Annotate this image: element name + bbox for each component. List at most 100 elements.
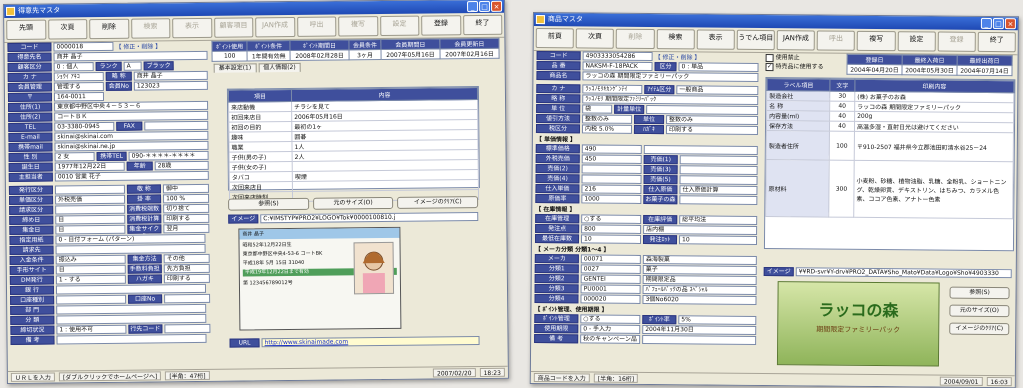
billing-row-value-2[interactable]: 御中 bbox=[162, 183, 209, 194]
tax-select[interactable]: 内税 5.0% bbox=[581, 124, 633, 134]
item-type-select[interactable]: 一般商品 bbox=[676, 85, 759, 95]
table-row[interactable]: 原材料 300 小麦粉、砂糖、植物油脂、乳糖、全粉乳、ショートニング、乾燥卵黄、デキ… bbox=[765, 159, 1014, 219]
toolbar-button-10[interactable]: 登録 bbox=[937, 31, 976, 52]
billing-row-value-2[interactable] bbox=[164, 323, 211, 334]
price-value[interactable] bbox=[581, 164, 642, 174]
rank-field[interactable]: A bbox=[123, 61, 142, 71]
billing-row-value[interactable] bbox=[55, 283, 207, 295]
addr2-field[interactable]: コートＢＫ bbox=[54, 110, 209, 122]
unit-field[interactable]: 袋 bbox=[582, 104, 613, 114]
billing-row-value-2[interactable]: 翌月 bbox=[163, 223, 210, 234]
billing-row-value[interactable] bbox=[55, 204, 126, 215]
maker-value[interactable]: PU0001 bbox=[580, 284, 641, 294]
point-value[interactable]: 0 - 手入力 bbox=[580, 324, 641, 334]
billing-row-value-2[interactable]: 印刷する bbox=[163, 273, 210, 284]
price-value[interactable]: 216 bbox=[581, 184, 642, 194]
price-value-2[interactable] bbox=[679, 195, 758, 205]
price-value-2[interactable] bbox=[643, 144, 758, 155]
price-value-2[interactable] bbox=[679, 155, 758, 165]
billing-row-value-2[interactable]: 印刷する bbox=[163, 213, 210, 224]
toolbar-button-9[interactable]: 設定 bbox=[379, 15, 420, 37]
image-path-field[interactable]: ¥¥RD-svr¥Y-drv¥PRO2_DATA¥Sho_Mato¥Data¥L… bbox=[795, 267, 1012, 279]
maker-value-2[interactable]: ﾊﾟﾌｪｰﾙﾊﾟｯｸの品 ｽﾍﾟｼｬﾙ bbox=[642, 284, 757, 295]
toolbar-button-5[interactable]: 顧客項目 bbox=[213, 17, 254, 38]
billing-row-value-2[interactable]: その他 bbox=[163, 253, 210, 264]
class-select[interactable]: 0 : 個人 bbox=[53, 62, 94, 72]
point-value-2[interactable] bbox=[642, 334, 757, 345]
billing-row-value[interactable] bbox=[54, 184, 125, 195]
billing-row-value[interactable]: 日 bbox=[55, 264, 126, 275]
product-name-field[interactable]: ラッコの森 期間限定ファミリーパック bbox=[582, 71, 759, 82]
toolbar-button-0[interactable]: 前頁 bbox=[535, 28, 575, 49]
toolbar-button-11[interactable]: 終了 bbox=[977, 31, 1016, 53]
minimize-icon[interactable]: _ bbox=[466, 1, 479, 13]
tel-field[interactable]: 03-3380-0945 bbox=[54, 121, 115, 132]
maker-value[interactable]: 0027 bbox=[580, 264, 641, 274]
billing-row-value[interactable] bbox=[56, 313, 207, 325]
maximize-icon[interactable]: □ bbox=[992, 18, 1004, 30]
kana-field[interactable]: ｼｮｳｲ ｱｷｺ bbox=[53, 71, 104, 82]
toolbar-button-5[interactable]: うでん項目 bbox=[736, 29, 775, 51]
toolbar-button-4[interactable]: 表示 bbox=[696, 29, 735, 50]
price-value-2[interactable]: 仕入原価計算 bbox=[679, 185, 758, 195]
email-field[interactable]: skinai@skinai.com bbox=[54, 130, 209, 142]
image-button-0[interactable]: 参照(S) bbox=[228, 197, 309, 211]
table-row[interactable]: 製造者住所 100 〒910-2507 福井県今立郡池田町清水谷25－24 bbox=[766, 130, 1014, 162]
toolbar-button-10[interactable]: 登録 bbox=[421, 15, 461, 36]
zip-field[interactable]: 164-0011 bbox=[53, 91, 105, 102]
point-value[interactable]: ○する bbox=[580, 314, 641, 324]
maker-value-2[interactable]: 森海製菓 bbox=[642, 254, 757, 265]
price-value-2[interactable] bbox=[679, 165, 758, 175]
table-cell[interactable]: (株) お菓子のお森 bbox=[854, 91, 1014, 103]
maker-value[interactable]: 000020 bbox=[580, 294, 641, 304]
tab-personal[interactable]: 個人情報(2) bbox=[258, 62, 301, 73]
billing-row-value-2[interactable] bbox=[164, 293, 211, 304]
toolbar-button-2[interactable]: 削除 bbox=[89, 18, 129, 40]
image-button-2[interactable]: イメージのｸﾘｱ(C) bbox=[397, 196, 479, 209]
billing-row-value[interactable]: 日 bbox=[55, 214, 126, 225]
billing-row-value[interactable]: 1 - する bbox=[55, 274, 126, 285]
url-field[interactable]: http://www.skinaimade.com bbox=[261, 336, 480, 348]
billing-row-value[interactable] bbox=[56, 333, 207, 345]
point-value-2[interactable]: 5% bbox=[678, 315, 757, 325]
table-cell[interactable]: ラッコの森 期間限定ファミリーパック bbox=[854, 101, 1014, 113]
stock-value-2[interactable]: 10 bbox=[678, 235, 758, 245]
price-value-2[interactable] bbox=[679, 175, 758, 185]
item-no-field[interactable]: NAKSM-F-18PACK bbox=[582, 61, 653, 72]
toolbar-button-6[interactable]: JAN作成 bbox=[255, 16, 295, 38]
toolbar-button-1[interactable]: 次頁 bbox=[575, 28, 615, 49]
measure-unit-field[interactable] bbox=[646, 104, 759, 115]
stock-value[interactable]: 800 bbox=[581, 224, 642, 234]
billing-row-value[interactable] bbox=[56, 303, 207, 315]
maker-value-2[interactable]: 菓子 bbox=[642, 264, 757, 275]
toolbar-button-11[interactable]: 終了 bbox=[462, 14, 503, 36]
member-no-field[interactable]: 123023 bbox=[133, 80, 208, 91]
toolbar-button-1[interactable]: 次頁 bbox=[47, 19, 88, 40]
toolbar-button-6[interactable]: JAN作成 bbox=[776, 30, 816, 51]
image-button-0[interactable]: 参照(S) bbox=[949, 286, 1010, 300]
code-field[interactable]: 4903333054286 bbox=[582, 51, 653, 62]
table-cell[interactable]: 小麦粉、砂糖、植物油脂、乳糖、全粉乳、ショートニング、乾燥卵黄、デキストリン、は… bbox=[853, 160, 1014, 219]
postcard-select[interactable]: 印刷する bbox=[665, 125, 759, 135]
toolbar-button-7[interactable]: 呼出 bbox=[296, 16, 337, 37]
birthday-field[interactable]: 1977年12月22日 bbox=[54, 161, 125, 172]
mobile-mail-field[interactable]: skinai@skinai.ne.jp bbox=[54, 140, 209, 152]
toolbar-button-4[interactable]: 表示 bbox=[172, 17, 212, 39]
toolbar-button-7[interactable]: 呼出 bbox=[816, 30, 856, 51]
billing-row-value[interactable]: 日 bbox=[55, 224, 126, 235]
stock-value[interactable]: 10 bbox=[580, 234, 642, 244]
maker-value[interactable]: GENTEI bbox=[580, 274, 641, 284]
price-value[interactable]: 1000 bbox=[581, 194, 642, 204]
billing-row-value-2[interactable]: 100 % bbox=[163, 193, 210, 204]
tab-basic[interactable]: 基本設定(1) bbox=[213, 63, 257, 73]
sex-select[interactable]: 2 女 bbox=[54, 152, 95, 162]
price-value[interactable]: 490 bbox=[581, 144, 642, 154]
table-cell[interactable]: 〒910-2507 福井県今立郡池田町清水谷25－24 bbox=[854, 131, 1014, 162]
close-icon[interactable]: × bbox=[490, 0, 503, 12]
code-field[interactable]: 0000018 bbox=[53, 41, 114, 52]
toolbar-button-3[interactable]: 検索 bbox=[130, 18, 171, 39]
price-value[interactable]: 450 bbox=[581, 154, 642, 164]
kana-field[interactable]: ﾗｯｺﾉﾓﾘｷｶﾝｹﾞﾝﾃｲ bbox=[582, 84, 643, 94]
billing-row-value[interactable]: 振込み bbox=[55, 254, 126, 265]
image-button-1[interactable]: 元のサイズ(O) bbox=[949, 304, 1010, 318]
